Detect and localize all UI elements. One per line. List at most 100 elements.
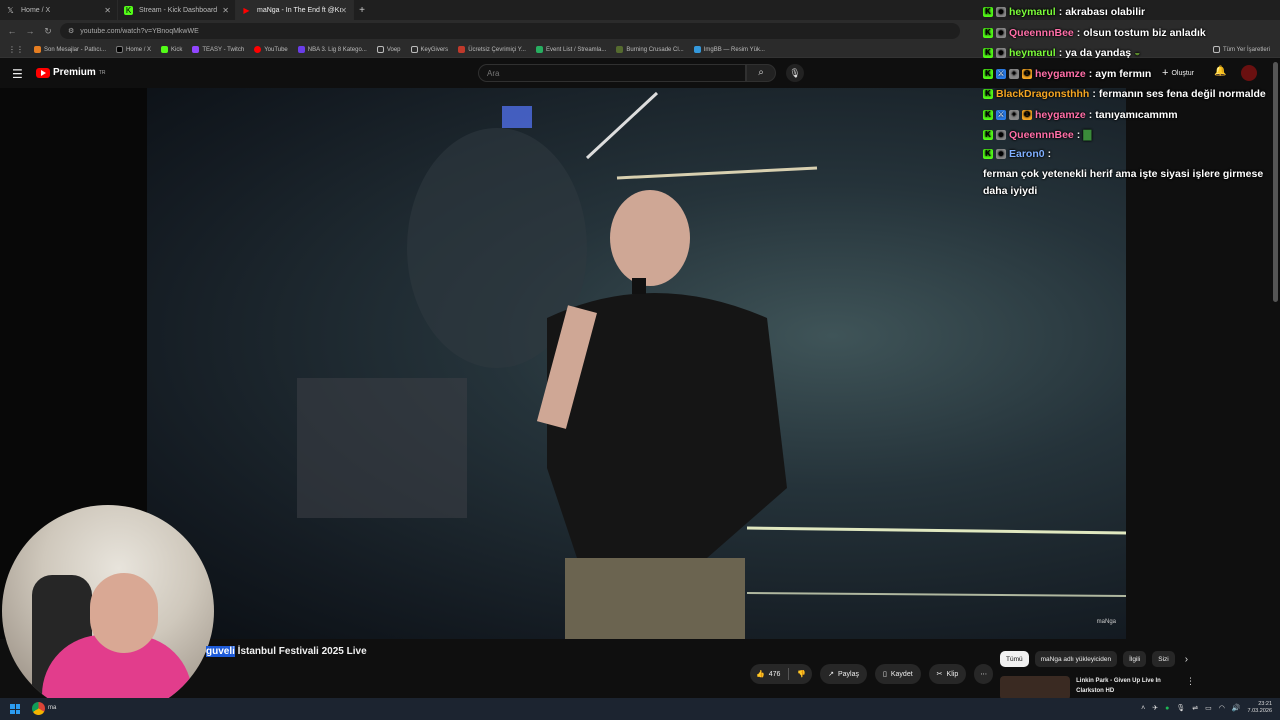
chip-related[interactable]: İlgili: [1123, 651, 1147, 667]
user-badge-icon: ☻: [996, 48, 1006, 59]
bookmark-label: YouTube: [264, 46, 288, 53]
bookmark[interactable]: YouTube: [254, 46, 288, 53]
bookmark-label: Burning Crusade Cl...: [626, 46, 684, 53]
url-text: youtube.com/watch?v=YBnoqMkwWE: [80, 27, 199, 35]
chat-text: ferman çok yetenekli herif ama işte siya…: [983, 167, 1264, 197]
webcam-overlay: [2, 505, 214, 717]
chat-username: BlackDragonsthhh: [996, 88, 1090, 100]
chat-message: K ☻ Earon0: ferman çok yetenekli herif a…: [983, 146, 1275, 200]
volume-icon[interactable]: 🔊: [1232, 704, 1241, 712]
clip-button[interactable]: ✂ Klip: [928, 664, 967, 684]
close-tab-icon[interactable]: ✕: [340, 6, 347, 15]
reload-icon[interactable]: ↻: [42, 26, 54, 37]
bookmark[interactable]: Ücretsiz Çevrimiçi Y...: [458, 46, 526, 53]
bookmark-label: Son Mesajlar - Patlıcı...: [44, 46, 107, 53]
bookmark[interactable]: NBA 3. Lig 8 Katego...: [297, 46, 367, 53]
chip-uploader[interactable]: maNga adlı yükleyiciden: [1034, 651, 1118, 667]
tab-label: maNga - In The End ft @Kı: [257, 6, 342, 14]
forward-icon[interactable]: →: [24, 26, 36, 36]
user-badge-icon: ☻: [996, 130, 1006, 141]
bookmark-icon: ▯: [883, 671, 887, 678]
kick-badge-icon: K: [983, 89, 993, 100]
chat-username: heygamze: [1035, 67, 1086, 80]
bookmark[interactable]: TEASY - Twitch: [192, 46, 244, 53]
bookmark[interactable]: Burning Crusade Cl...: [616, 46, 684, 53]
clip-label: Klip: [946, 670, 959, 678]
bookmark[interactable]: Home / X: [116, 46, 151, 53]
new-tab-button[interactable]: +: [354, 5, 370, 16]
bookmark-label: Voep: [386, 46, 401, 53]
moderator-badge-icon: ⚔: [996, 68, 1006, 79]
bookmark[interactable]: Kick: [161, 46, 182, 53]
close-tab-icon[interactable]: ✕: [104, 6, 111, 15]
dislike-icon[interactable]: 👎: [797, 670, 806, 678]
save-button[interactable]: ▯ Kaydet: [875, 664, 921, 684]
site-info-icon[interactable]: ⚙: [68, 27, 74, 35]
like-icon[interactable]: 👍: [756, 670, 765, 678]
network-icon[interactable]: ✈: [1152, 704, 1158, 712]
tab-x[interactable]: 𝕏 Home / X ✕: [0, 0, 118, 20]
windows-start-icon[interactable]: [10, 704, 20, 714]
chrome-icon[interactable]: [32, 702, 45, 715]
usb-icon[interactable]: ⇌: [1192, 704, 1198, 712]
chat-message: K ☻ QueennnBee: olsun tostum biz anladık: [983, 23, 1275, 44]
windows-taskbar: ma ˄ ✈ ● 🎙 ⇌ ▭ ◠ 🔊 23:21 7.03.2026: [0, 698, 1280, 720]
tab-label: Stream - Kick Dashboard: [139, 6, 218, 14]
apps-icon[interactable]: ⋮⋮: [8, 45, 24, 54]
bookmark[interactable]: Son Mesajlar - Patlıcı...: [34, 46, 106, 53]
mic-icon[interactable]: 🎙: [1176, 704, 1185, 712]
youtube-play-icon: [36, 67, 50, 78]
user-badge-icon: ☻: [996, 149, 1006, 159]
chat-message: K ⚔ ✦ ❶ heygamze: tanıyamıcammm: [983, 105, 1275, 126]
like-count[interactable]: 476: [769, 671, 781, 678]
chevron-up-icon[interactable]: ˄: [1141, 705, 1145, 712]
back-icon[interactable]: ←: [6, 26, 18, 36]
bookmark[interactable]: Event List / Streamla...: [535, 46, 607, 53]
chevron-right-icon[interactable]: ›: [1185, 654, 1188, 665]
bookmark[interactable]: ImgBB — Resim Yük...: [693, 46, 765, 53]
user-badge-icon: ☻: [996, 7, 1006, 18]
chat-message: K BlackDragonsthhh: fermanın ses fena de…: [983, 84, 1275, 105]
display-icon[interactable]: ▭: [1205, 704, 1212, 712]
menu-icon[interactable]: ☰: [12, 67, 23, 81]
bookmark-label: Event List / Streamla...: [545, 46, 607, 53]
search-button[interactable]: ⌕: [746, 64, 776, 82]
more-actions-button[interactable]: ⋯: [974, 664, 994, 684]
chat-username: heymarul: [1009, 47, 1056, 59]
kick-badge-icon: K: [983, 130, 993, 141]
share-icon: ↗: [828, 671, 834, 678]
scissors-icon: ✂: [936, 671, 943, 678]
kick-badge-icon: K: [983, 27, 993, 38]
taskbar-app-label[interactable]: ma: [48, 705, 56, 711]
bookmark-folder[interactable]: Voep: [376, 46, 401, 53]
youtube-logo[interactable]: Premium TR: [36, 67, 105, 78]
voice-search-button[interactable]: 🎙: [786, 64, 804, 82]
chat-username: heymarul: [1009, 6, 1056, 18]
video-thumbnail[interactable]: [1000, 676, 1071, 700]
video-frame: [147, 88, 1126, 639]
chip-all[interactable]: Tümü: [1000, 651, 1029, 667]
save-label: Kaydet: [890, 670, 913, 678]
title-highlight: guveli: [206, 646, 235, 657]
bookmark-folder[interactable]: KeyGivers: [410, 46, 448, 53]
logo-text: Premium: [53, 67, 96, 78]
kick-badge-icon: K: [983, 109, 993, 120]
frog-emote-icon: ◒: [1134, 47, 1141, 59]
wifi-icon[interactable]: ◠: [1219, 704, 1225, 712]
bookmark-label: TEASY - Twitch: [202, 46, 245, 53]
more-icon: ⋯: [980, 671, 988, 678]
video-actions: 👍 476 👎 ↗ Paylaş ▯ Kaydet ✂ Klip ⋯: [750, 664, 994, 684]
spotify-icon[interactable]: ●: [1165, 705, 1169, 712]
chip-for-you[interactable]: Sizi: [1152, 651, 1175, 667]
clock[interactable]: 23:21 7.03.2026: [1248, 701, 1272, 715]
chat-username: QueennnBee: [1009, 26, 1074, 39]
share-button[interactable]: ↗ Paylaş: [820, 664, 868, 684]
tab-kick-dashboard[interactable]: K Stream - Kick Dashboard ✕: [118, 0, 236, 20]
moderator-badge-icon: ⚔: [996, 109, 1006, 120]
tab-youtube[interactable]: ▶ maNga - In The End ft @Kı ✕: [236, 0, 354, 20]
close-tab-icon[interactable]: ✕: [222, 6, 229, 15]
search-input[interactable]: Ara: [478, 64, 746, 82]
video-title: guveli İstanbul Festivali 2025 Live: [206, 646, 367, 657]
address-bar[interactable]: ⚙ youtube.com/watch?v=YBnoqMkwWE: [60, 23, 960, 39]
related-filter-chips: Tümü maNga adlı yükleyiciden İlgili Sizi…: [1000, 651, 1188, 667]
